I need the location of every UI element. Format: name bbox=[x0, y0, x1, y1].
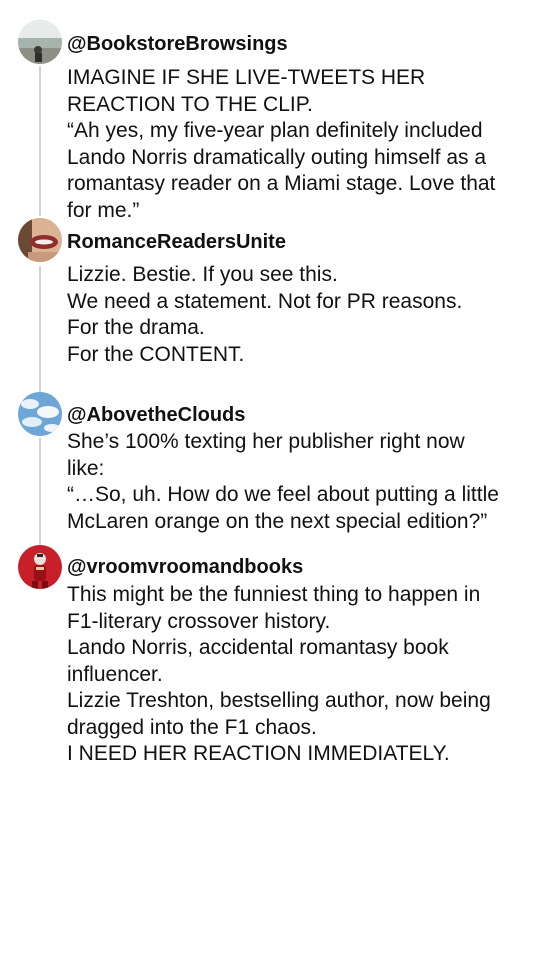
post-text-line: IMAGINE IF SHE LIVE-TWEETS HER bbox=[67, 66, 426, 89]
post-text: She’s 100% texting her publisher right n… bbox=[67, 429, 529, 535]
clouds-photo-avatar bbox=[18, 392, 62, 436]
avatar[interactable] bbox=[18, 20, 62, 64]
post-text-line: for me.” bbox=[67, 198, 140, 222]
post-text-line: “…So, uh. How do we feel about putting a… bbox=[67, 483, 499, 506]
post-text-line: Lizzie. Bestie. If you see this. bbox=[67, 263, 338, 286]
post-text-line: influencer. bbox=[67, 662, 163, 686]
post-text: IMAGINE IF SHE LIVE-TWEETS HER REACTION … bbox=[67, 65, 529, 224]
avatar[interactable] bbox=[18, 545, 62, 589]
thread-connector-line bbox=[39, 266, 41, 392]
post-handle[interactable]: @AbovetheClouds bbox=[67, 403, 245, 427]
post-text-line: Lando Norris dramatically outing himself… bbox=[67, 145, 487, 169]
post-handle[interactable]: RomanceReadersUnite bbox=[67, 230, 286, 254]
post-text-line: REACTION TO THE CLIP. bbox=[67, 92, 313, 116]
post-text-line: This might be the funniest thing to happ… bbox=[67, 583, 481, 606]
post-text-line: romantasy reader on a Miami stage. Love … bbox=[67, 172, 496, 195]
post-text-line: F1-literary crossover history. bbox=[67, 609, 331, 633]
reply-thread: @BookstoreBrowsings IMAGINE IF SHE LIVE-… bbox=[0, 0, 540, 960]
lips-photo-avatar bbox=[18, 218, 62, 262]
thread-connector-line bbox=[39, 438, 41, 546]
post-text-line: dragged into the F1 chaos. bbox=[67, 715, 317, 739]
post-text: Lizzie. Bestie. If you see this. We need… bbox=[67, 262, 529, 368]
bookstore-photo-avatar bbox=[18, 20, 62, 64]
post-text-line: like: bbox=[67, 456, 105, 480]
post-text-line: Lando Norris, accidental romantasy book bbox=[67, 636, 449, 659]
racer-photo-avatar bbox=[18, 545, 62, 589]
avatar[interactable] bbox=[18, 218, 62, 262]
post-text: This might be the funniest thing to happ… bbox=[67, 582, 529, 768]
post-text-line: For the CONTENT. bbox=[67, 342, 245, 366]
post-handle[interactable]: @BookstoreBrowsings bbox=[67, 32, 288, 56]
post-text-line: I NEED HER REACTION IMMEDIATELY. bbox=[67, 742, 450, 765]
post-text-line: Lizzie Treshton, bestselling author, now… bbox=[67, 689, 491, 712]
post-text-line: “Ah yes, my five-year plan definitely in… bbox=[67, 119, 483, 142]
post-text-line: She’s 100% texting her publisher right n… bbox=[67, 430, 465, 453]
thread-connector-line bbox=[39, 66, 41, 216]
post-handle[interactable]: @vroomvroomandbooks bbox=[67, 555, 303, 579]
avatar[interactable] bbox=[18, 392, 62, 436]
post-text-line: We need a statement. Not for PR reasons. bbox=[67, 289, 463, 313]
post-text-line: McLaren orange on the next special editi… bbox=[67, 509, 488, 533]
post-text-line: For the drama. bbox=[67, 316, 205, 339]
